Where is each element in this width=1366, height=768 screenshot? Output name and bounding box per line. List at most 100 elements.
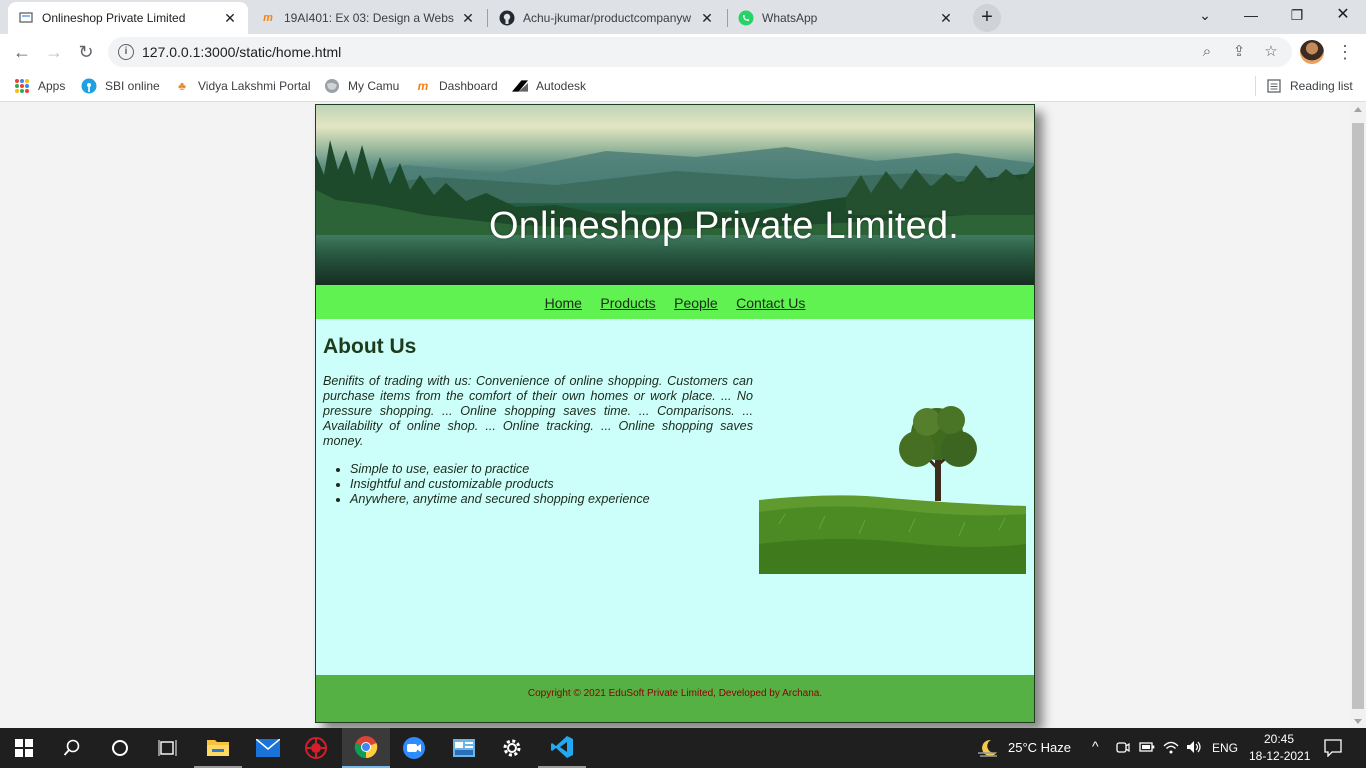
nav-people-link[interactable]: People bbox=[674, 295, 718, 311]
weather-moon-haze-icon bbox=[978, 739, 997, 757]
page-icon bbox=[18, 10, 34, 26]
scroll-up-arrow-icon[interactable] bbox=[1354, 107, 1362, 112]
page-scrollbar[interactable] bbox=[1350, 103, 1366, 728]
tab-separator bbox=[487, 9, 488, 27]
tab-title: 19AI401: Ex 03: Design a Website bbox=[284, 11, 454, 25]
start-icon bbox=[15, 739, 33, 757]
settings-icon bbox=[503, 739, 521, 757]
app-red-icon bbox=[305, 737, 327, 759]
new-tab-button[interactable]: + bbox=[973, 4, 1001, 32]
vidya-icon: ♣ bbox=[178, 79, 186, 93]
nav-contact-link[interactable]: Contact Us bbox=[736, 295, 805, 311]
zoom-button[interactable] bbox=[390, 728, 438, 768]
vscode-icon bbox=[551, 736, 573, 758]
mail-button[interactable] bbox=[244, 728, 292, 768]
page-viewport: Onlineshop Private Limited. Home Product… bbox=[0, 103, 1350, 728]
search-button[interactable] bbox=[48, 728, 96, 768]
tab-19ai401[interactable]: m 19AI401: Ex 03: Design a Website ✕ bbox=[250, 2, 486, 34]
about-intro: Benifits of trading with us: Convenience… bbox=[323, 374, 753, 448]
address-bar[interactable]: i 127.0.0.1:3000/static/home.html ⌕ ⇪ ☆ bbox=[108, 37, 1292, 67]
scrollbar-thumb[interactable] bbox=[1352, 123, 1364, 709]
control-panel-icon bbox=[453, 739, 475, 757]
volume-icon[interactable] bbox=[1186, 740, 1202, 754]
nav-home-link[interactable]: Home bbox=[545, 295, 582, 311]
search-icon bbox=[63, 739, 80, 756]
share-icon[interactable]: ⇪ bbox=[1230, 43, 1248, 61]
globe-icon bbox=[324, 78, 340, 94]
chevron-up-icon[interactable]: ^ bbox=[1092, 738, 1099, 754]
forward-button[interactable]: → bbox=[40, 38, 68, 66]
close-icon[interactable]: ✕ bbox=[938, 10, 954, 26]
profile-avatar[interactable] bbox=[1300, 40, 1324, 64]
file-explorer-icon bbox=[207, 740, 229, 756]
list-item: Anywhere, anytime and secured shopping e… bbox=[350, 492, 650, 507]
wifi-icon[interactable] bbox=[1163, 740, 1179, 754]
bookmark-my-camu[interactable]: My Camu bbox=[324, 76, 399, 96]
bookmark-sbi-online[interactable]: SBI online bbox=[81, 76, 160, 96]
chrome-button[interactable] bbox=[342, 728, 390, 768]
meet-now-icon[interactable] bbox=[1116, 740, 1130, 756]
tree-on-grass-image bbox=[759, 394, 1026, 574]
site-title: Onlineshop Private Limited. bbox=[488, 205, 960, 247]
tab-onlineshop[interactable]: Onlineshop Private Limited ✕ bbox=[8, 2, 248, 34]
file-explorer-button[interactable] bbox=[194, 728, 242, 768]
zoom-icon bbox=[403, 737, 425, 759]
reading-list-icon bbox=[1266, 78, 1282, 94]
scroll-down-arrow-icon[interactable] bbox=[1354, 719, 1362, 724]
bookmark-label: Autodesk bbox=[536, 79, 587, 93]
tab-title: WhatsApp bbox=[762, 11, 818, 25]
battery-icon[interactable] bbox=[1139, 741, 1155, 753]
restore-button[interactable]: ❐ bbox=[1274, 0, 1320, 30]
mail-icon bbox=[256, 739, 280, 757]
tab-title: Achu-jkumar/productcompanyw bbox=[523, 11, 692, 25]
bookmark-star-icon[interactable]: ☆ bbox=[1262, 43, 1280, 61]
tab-strip: Onlineshop Private Limited ✕ m 19AI401: … bbox=[0, 0, 1366, 34]
tab-github[interactable]: Achu-jkumar/productcompanyw ✕ bbox=[489, 2, 725, 34]
bookmark-vidya-lakshmi[interactable]: ♣ Vidya Lakshmi Portal bbox=[174, 76, 310, 96]
task-view-button[interactable] bbox=[144, 728, 192, 768]
bookmark-apps[interactable]: Apps bbox=[14, 76, 65, 96]
bookmark-dashboard[interactable]: m Dashboard bbox=[415, 76, 498, 96]
close-window-button[interactable]: ✕ bbox=[1320, 0, 1366, 30]
autodesk-icon bbox=[512, 78, 528, 94]
cortana-icon bbox=[112, 740, 128, 756]
bookmark-label: SBI online bbox=[105, 79, 160, 93]
close-icon[interactable]: ✕ bbox=[460, 10, 476, 26]
reload-button[interactable]: ↻ bbox=[72, 38, 100, 66]
reading-list-button[interactable]: Reading list bbox=[1266, 76, 1353, 96]
moodle-icon: m bbox=[417, 79, 429, 93]
minimize-button[interactable]: — bbox=[1228, 0, 1274, 30]
weather-button[interactable] bbox=[974, 728, 1002, 768]
github-icon bbox=[499, 10, 515, 26]
clock-time[interactable]: 20:45 bbox=[1264, 732, 1294, 746]
bookmark-label: Dashboard bbox=[439, 79, 498, 93]
language-indicator[interactable]: ENG bbox=[1212, 741, 1238, 755]
nav-products-link[interactable]: Products bbox=[600, 295, 655, 311]
close-icon[interactable]: ✕ bbox=[222, 10, 238, 26]
header-banner: Onlineshop Private Limited. bbox=[316, 105, 1034, 285]
weather-text[interactable]: 25°C Haze bbox=[1008, 740, 1071, 755]
copyright-text: Copyright © 2021 EduSoft Private Limited… bbox=[527, 688, 823, 699]
back-button[interactable]: ← bbox=[8, 38, 36, 66]
tab-search-button[interactable]: ⌄ bbox=[1182, 0, 1228, 30]
clock-date[interactable]: 18-12-2021 bbox=[1249, 749, 1310, 763]
notification-icon[interactable] bbox=[1324, 739, 1342, 757]
menu-icon[interactable]: ⋮ bbox=[1336, 38, 1354, 66]
sbi-icon bbox=[81, 78, 97, 94]
zoom-icon[interactable]: ⌕ bbox=[1198, 43, 1216, 61]
settings-button[interactable] bbox=[488, 728, 536, 768]
red-app-button[interactable] bbox=[292, 728, 340, 768]
bookmarks-separator bbox=[1255, 76, 1256, 96]
site-nav: Home Products People Contact Us bbox=[316, 285, 1034, 319]
url-text[interactable]: 127.0.0.1:3000/static/home.html bbox=[142, 44, 341, 60]
start-button[interactable] bbox=[0, 728, 48, 768]
bookmark-autodesk[interactable]: Autodesk bbox=[512, 76, 586, 96]
list-item: Insightful and customizable products bbox=[350, 477, 650, 492]
control-panel-button[interactable] bbox=[440, 728, 488, 768]
vscode-button[interactable] bbox=[538, 728, 586, 768]
close-icon[interactable]: ✕ bbox=[699, 10, 715, 26]
tab-whatsapp[interactable]: WhatsApp ✕ bbox=[728, 2, 964, 34]
cortana-button[interactable] bbox=[96, 728, 144, 768]
site-info-icon[interactable]: i bbox=[118, 44, 134, 60]
tab-title: Onlineshop Private Limited bbox=[42, 11, 186, 25]
